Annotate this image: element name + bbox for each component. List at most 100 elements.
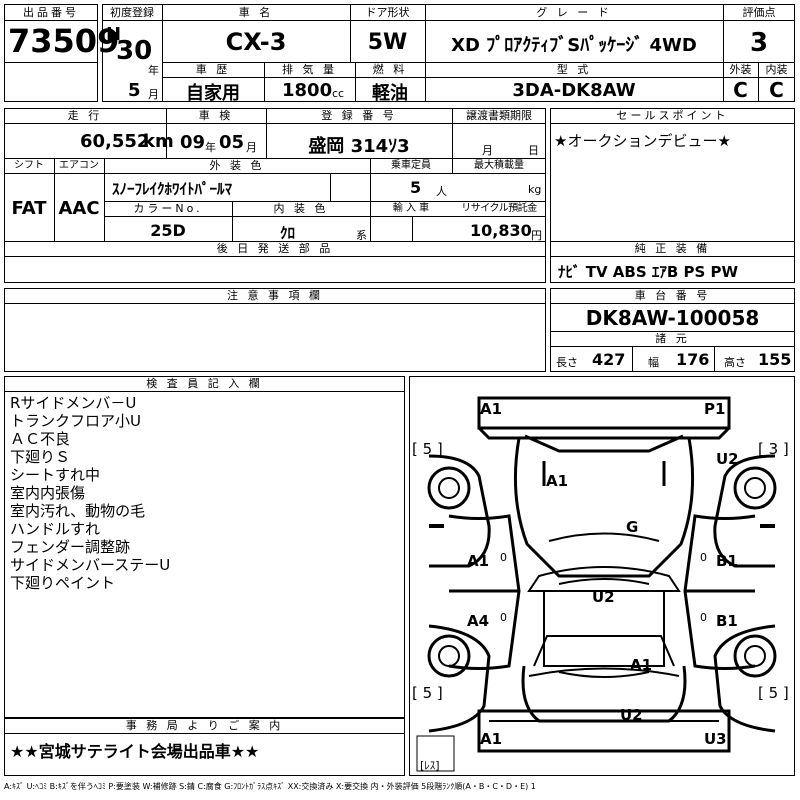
chassis-number: DK8AW-100058 <box>585 306 760 330</box>
sales-point-text: ★オークションデビュー★ <box>554 132 731 150</box>
inspector-line: サイドメンバーステーU <box>10 556 171 574</box>
office-label: 事 務 局 よ り ご 案 内 <box>125 719 284 732</box>
capacity: 5 <box>410 178 422 197</box>
inspector-line: ハンドルすれ <box>10 520 101 538</box>
history-label: 車 歴 <box>195 63 231 76</box>
equipment-label: 純 正 装 備 <box>634 242 711 255</box>
shift: FAT <box>11 198 47 219</box>
office-text: ★★宮城サテライト会場出品車★★ <box>10 742 260 761</box>
mileage-label: 走 行 <box>67 109 103 122</box>
zero-right-rear: 0 <box>700 611 707 624</box>
car-name: CX-3 <box>225 28 287 56</box>
color-no-label: カラーNo. <box>133 202 203 215</box>
year-unit: 年 <box>148 64 159 77</box>
inspector-lines: Rサイドメンバ－U トランクフロア小U ＡＣ不良 下廻りＳ シートすれ中 室内内… <box>10 394 170 592</box>
mark-left-rear-door: A4 <box>467 612 490 630</box>
mark-roof: U2 <box>592 588 615 606</box>
interior-label: 内装 <box>765 63 788 76</box>
inspection-month: 05 <box>219 132 245 153</box>
car-name-label: 車 名 <box>238 6 274 19</box>
month: 5 <box>128 80 141 101</box>
length-label: 長さ <box>556 356 578 369</box>
width-label: 幅 <box>648 356 659 369</box>
inspector-line: ＡＣ不良 <box>10 430 71 448</box>
tire-rear-right: [ 5 ] <box>758 684 789 702</box>
inspector-line: Rサイドメンバ－U <box>10 394 137 412</box>
zero-left-rear: 0 <box>500 611 507 624</box>
max-load-label: 最大積載量 <box>474 160 524 171</box>
mark-right-front-door: B1 <box>716 552 738 570</box>
inspection-label: 車 検 <box>198 109 234 122</box>
spare-tire: [ﾚｽ] <box>420 759 440 772</box>
door: 5W <box>367 30 408 55</box>
spec-label: 諸 元 <box>655 332 690 345</box>
displacement: 1800 <box>282 80 333 101</box>
mark-trunk: A1 <box>630 656 653 674</box>
tire-rear-left: [ 5 ] <box>412 684 443 702</box>
exterior-score: C <box>733 78 748 102</box>
registration-label: 登 録 番 号 <box>321 109 397 122</box>
notes-label: 注 意 事 項 欄 <box>227 289 323 302</box>
mark-front-right-fender: U2 <box>716 450 739 468</box>
door-label: ドア形状 <box>365 6 410 19</box>
shift-label: シフト <box>14 160 44 171</box>
car-diagram <box>416 396 777 772</box>
int-color-label: 内 装 色 <box>273 202 329 215</box>
inspector-line: 室内内張傷 <box>10 484 86 502</box>
first-reg-label: 初度登録 <box>110 6 154 19</box>
mark-hood: A1 <box>546 472 569 490</box>
recycle-label: リサイクル預託金 <box>461 203 537 214</box>
transfer-month-unit: 月 <box>482 144 493 157</box>
sales-point-box <box>550 108 795 242</box>
tire-front-right: [ 3 ] <box>758 440 789 458</box>
height-label: 高さ <box>724 356 746 369</box>
inspector-label: 検 査 員 記 入 欄 <box>146 377 263 390</box>
inspector-line: シートすれ中 <box>10 466 101 484</box>
score-label: 評価点 <box>742 6 776 19</box>
mark-rear-left: A1 <box>480 730 503 748</box>
chassis-label: 車 台 番 号 <box>634 289 711 302</box>
zero-right-front: 0 <box>700 551 707 564</box>
aircon: AAC <box>58 198 100 219</box>
mark-left-front-door: A1 <box>467 552 490 570</box>
inspector-line: フェンダー調整跡 <box>10 538 131 556</box>
inspector-line: 下廻りＳ <box>10 448 71 466</box>
transfer-day-unit: 日 <box>528 144 539 157</box>
fuel: 軽油 <box>372 83 408 104</box>
inspection-year-unit: 年 <box>205 141 216 154</box>
mileage-unit: km <box>143 131 174 152</box>
height: 155 <box>758 350 792 369</box>
displacement-unit: cc <box>332 87 345 100</box>
mark-windshield: G <box>626 518 639 536</box>
displacement-label: 排 気 量 <box>282 63 337 76</box>
color-no: 25D <box>150 221 186 240</box>
width: 176 <box>676 350 710 369</box>
lot-number-label: 出品番号 <box>23 6 79 19</box>
sales-point-label: セールスポイント <box>616 109 729 122</box>
vehicle-detail-grid <box>4 108 546 242</box>
tire-front-left: [ 5 ] <box>412 440 443 458</box>
fuel-label: 燃 料 <box>372 63 408 76</box>
zero-left-front: 0 <box>500 551 507 564</box>
inspector-line: 下廻りペイント <box>10 574 116 592</box>
inspector-line: トランクフロア小U <box>10 412 141 430</box>
transfer-deadline-label: 譲渡書類期限 <box>466 109 532 122</box>
inspector-line: 室内汚れ、動物の毛 <box>10 502 146 520</box>
recycle-fee: 10,830 <box>470 221 532 240</box>
registration-number: 盛岡 314ｿ3 <box>308 136 410 157</box>
history: 自家用 <box>186 83 240 104</box>
grade: XD ﾌﾟﾛｱｸﾃｨﾌﾞSﾊﾟｯｹｰｼﾞ 4WD <box>451 35 697 56</box>
length: 427 <box>592 350 626 369</box>
capacity-label: 乗車定員 <box>391 160 431 171</box>
interior-score: C <box>769 78 784 102</box>
inspection-year: 09 <box>180 132 206 153</box>
aircon-label: エアコン <box>59 160 99 171</box>
score: 3 <box>749 28 769 58</box>
legend: A:ｷｽﾞ U:ﾍｺﾐ B:ｷｽﾞを伴うﾍｺﾐ P:要塗装 W:補修跡 S:錆 … <box>4 782 536 791</box>
mileage: 60,552 <box>80 131 150 152</box>
later-parts-label: 後 日 発 送 部 品 <box>216 242 334 255</box>
year: 30 <box>116 36 153 66</box>
import-label: 輸 入 車 <box>392 203 430 214</box>
month-unit: 月 <box>148 88 159 101</box>
mark-rear-panel: U2 <box>620 706 643 724</box>
